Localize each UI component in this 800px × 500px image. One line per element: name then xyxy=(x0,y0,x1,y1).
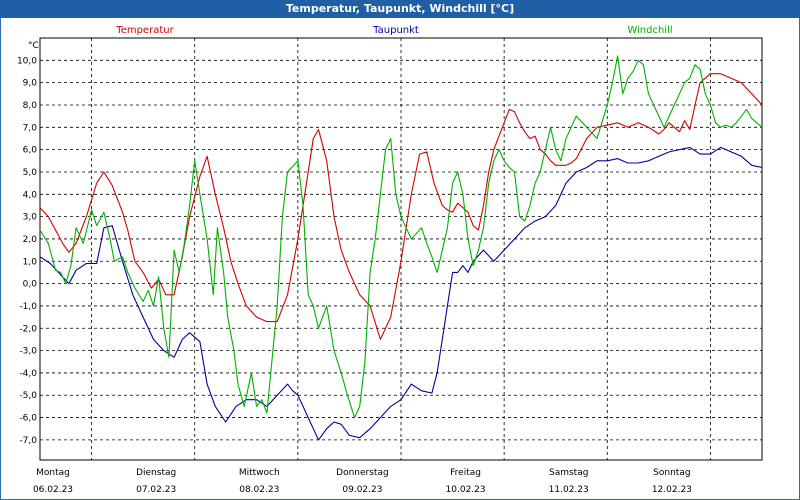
y-tick-label: 0,0 xyxy=(23,280,38,290)
y-tick-label: 10,0 xyxy=(17,56,37,66)
x-tick-date-label: 11.02.23 xyxy=(549,485,589,495)
y-tick-label: -6,0 xyxy=(19,414,37,424)
x-tick-day-label: Dienstag xyxy=(136,468,176,478)
y-tick-label: 4,0 xyxy=(23,190,38,200)
legend-item-taupunkt: Taupunkt xyxy=(372,25,419,36)
x-axis-ticks: Montag 06.02.23 Dienstag 07.02.23 Mittwoch 08… xyxy=(33,468,692,495)
y-tick-label: 7,0 xyxy=(23,123,38,133)
x-tick-day-label: Sonntag xyxy=(653,468,690,478)
x-tick-date-label: 08.02.23 xyxy=(239,485,279,495)
grid-lines xyxy=(39,37,763,461)
y-axis-label: °C xyxy=(28,41,39,51)
y-tick-label: -4,0 xyxy=(19,369,37,379)
line-chart: -7,0 -6,0 -5,0 -4,0 -3,0 -2,0 -1,0 0,0 1,0 2,0 3,0… xyxy=(17,25,763,495)
x-tick-date-label: 09.02.23 xyxy=(342,485,382,495)
legend: Temperatur Taupunkt Windchill xyxy=(115,25,672,36)
y-tick-label: 8,0 xyxy=(23,101,38,111)
y-tick-label: 6,0 xyxy=(23,146,38,156)
x-tick-day-label: Donnerstag xyxy=(336,468,389,478)
legend-item-windchill: Windchill xyxy=(627,25,672,36)
x-tick-day-label: Montag xyxy=(36,468,70,478)
legend-item-temperatur: Temperatur xyxy=(115,25,174,36)
y-tick-label: 3,0 xyxy=(23,213,38,223)
y-tick-label: -5,0 xyxy=(19,391,37,401)
x-tick-date-label: 10.02.23 xyxy=(446,485,486,495)
x-tick-day-label: Samstag xyxy=(549,468,588,478)
y-tick-label: -3,0 xyxy=(19,347,37,357)
series-line-taupunkt xyxy=(39,146,763,441)
x-tick-day-label: Mittwoch xyxy=(239,468,280,478)
y-tick-label: -2,0 xyxy=(19,324,37,334)
x-tick-date-label: 06.02.23 xyxy=(33,485,73,495)
y-tick-label: 1,0 xyxy=(23,257,38,267)
y-tick-label: 9,0 xyxy=(23,79,38,89)
y-tick-label: 2,0 xyxy=(23,235,38,245)
x-tick-day-label: Freitag xyxy=(450,468,481,478)
x-tick-date-label: 12.02.23 xyxy=(652,485,692,495)
y-tick-label: 5,0 xyxy=(23,168,38,178)
y-tick-label: -7,0 xyxy=(19,436,37,446)
y-axis-ticks: -7,0 -6,0 -5,0 -4,0 -3,0 -2,0 -1,0 0,0 1,0 2,0 3,0… xyxy=(17,56,37,446)
x-tick-date-label: 07.02.23 xyxy=(136,485,176,495)
y-tick-label: -1,0 xyxy=(19,302,37,312)
